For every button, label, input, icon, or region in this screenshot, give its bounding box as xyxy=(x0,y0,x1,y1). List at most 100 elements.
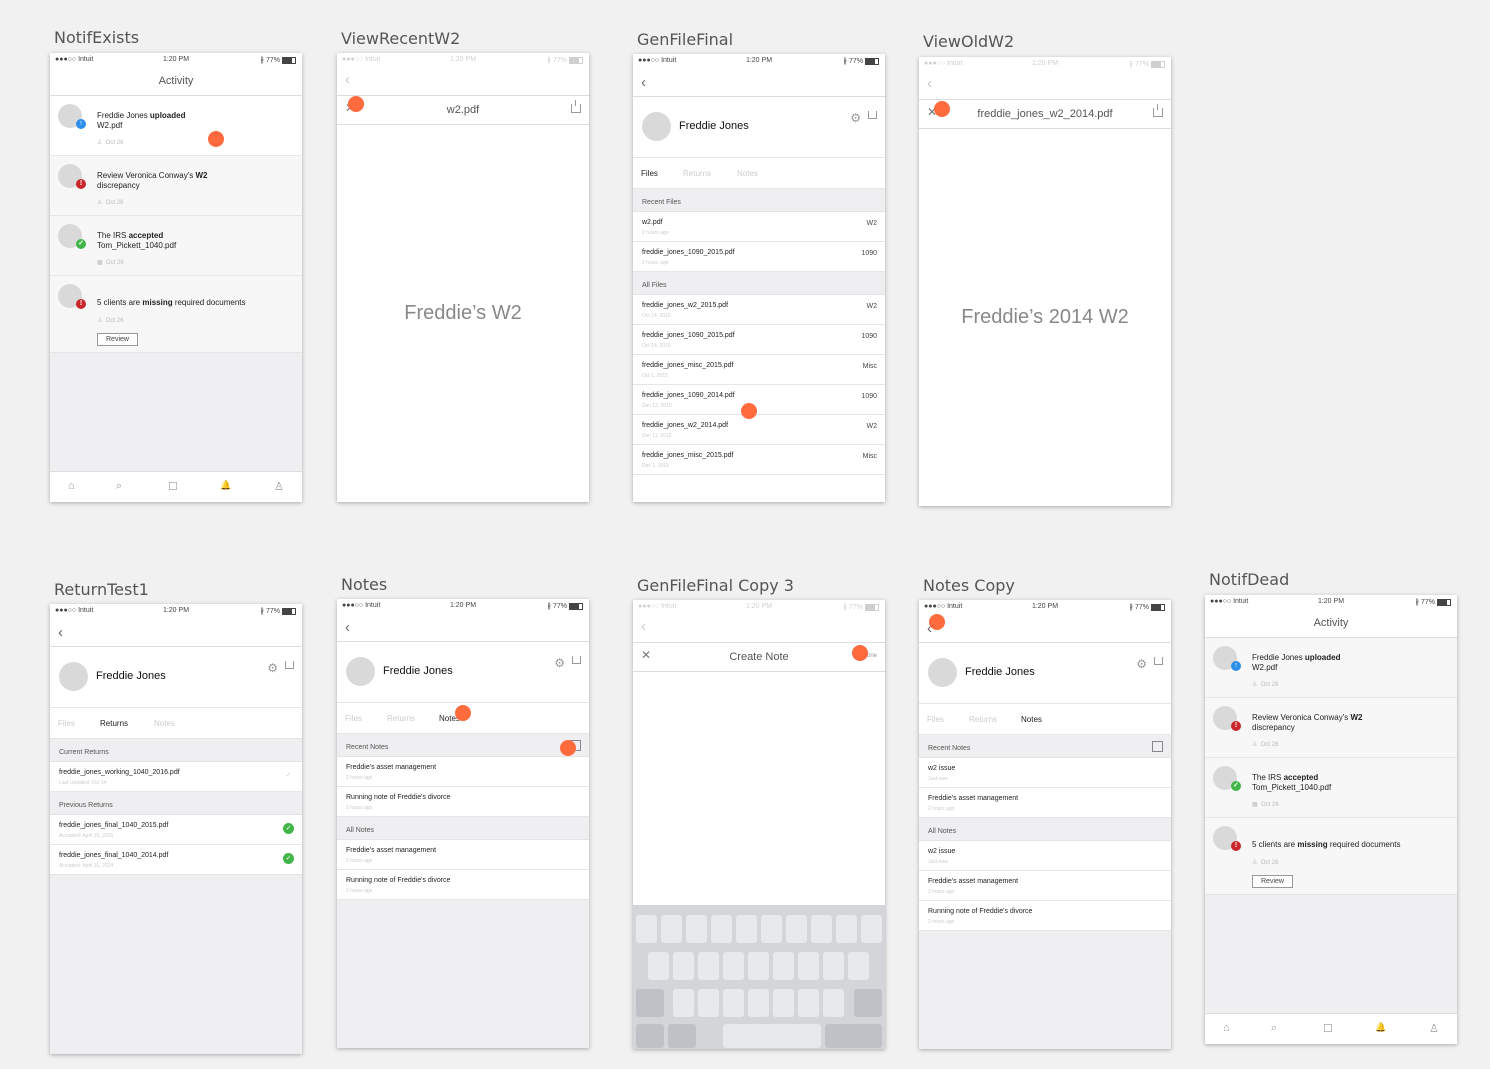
share-icon[interactable] xyxy=(285,661,294,669)
share-icon[interactable] xyxy=(571,100,581,113)
return-row[interactable]: freddie_jones_final_1040_2014.pdf Accepte… xyxy=(50,845,302,875)
keyboard[interactable] xyxy=(633,905,885,1049)
review-button[interactable]: Review xyxy=(1252,875,1293,888)
file-row[interactable]: freddie_jones_1090_2015.pdf Oct 14, 2015 1… xyxy=(633,325,885,355)
back-icon[interactable]: ‹ xyxy=(345,619,350,636)
notification-upload[interactable]: ↑ Freddie Jones uploaded W2.pdf ♙ Oct 26 xyxy=(50,96,302,156)
bell-icon[interactable]: 🔔 xyxy=(220,480,231,491)
gear-icon[interactable]: ⚙ xyxy=(1136,657,1147,671)
back-icon[interactable]: ‹ xyxy=(641,618,646,635)
gear-icon[interactable]: ⚙ xyxy=(850,111,861,125)
key[interactable] xyxy=(698,952,719,980)
notification-discrepancy[interactable]: ! Review Veronica Conway's W2 discrepancy… xyxy=(1205,698,1457,758)
key[interactable] xyxy=(748,989,769,1017)
tab-notes[interactable]: Notes xyxy=(1021,715,1042,724)
notification-upload[interactable]: ↑ Freddie Jones uploaded W2.pdf ♙ Oct 26 xyxy=(1205,638,1457,698)
file-row[interactable]: w2.pdf 2 hours ago W2 xyxy=(633,212,885,242)
note-row[interactable]: Running note of Freddie's divorce 2 hours… xyxy=(919,901,1171,931)
key[interactable] xyxy=(661,915,682,943)
gear-icon[interactable]: ⚙ xyxy=(267,661,278,675)
file-row[interactable]: freddie_jones_misc_2015.pdf Dec 1, 2015 Mi… xyxy=(633,445,885,475)
file-row[interactable]: freddie_jones_w2_2015.pdf Oct 14, 2015 W2 xyxy=(633,295,885,325)
back-icon[interactable]: ‹ xyxy=(927,75,932,92)
key[interactable] xyxy=(848,952,869,980)
back-icon[interactable]: ‹ xyxy=(641,74,646,91)
tab-returns[interactable]: Returns xyxy=(969,715,997,724)
note-row[interactable]: Running note of Freddie's divorce 2 hours… xyxy=(337,787,589,817)
return-row[interactable]: freddie_jones_working_1040_2016.pdf Last … xyxy=(50,762,302,792)
key[interactable] xyxy=(636,915,657,943)
gear-icon[interactable]: ⚙ xyxy=(554,656,565,670)
compose-icon[interactable] xyxy=(1152,741,1163,752)
key[interactable] xyxy=(811,915,832,943)
search-icon[interactable]: ⌕ xyxy=(1271,1022,1277,1035)
key[interactable] xyxy=(711,915,732,943)
key[interactable] xyxy=(798,989,819,1017)
key[interactable] xyxy=(673,952,694,980)
share-icon[interactable] xyxy=(572,656,581,664)
tab-files[interactable]: Files xyxy=(641,169,658,178)
share-icon[interactable] xyxy=(1154,657,1163,665)
key[interactable] xyxy=(823,952,844,980)
key[interactable] xyxy=(798,952,819,980)
tab-files[interactable]: Files xyxy=(927,715,944,724)
note-row[interactable]: Freddie's asset management 2 hours ago xyxy=(919,788,1171,818)
key[interactable] xyxy=(723,952,744,980)
share-icon[interactable] xyxy=(868,111,877,119)
review-button[interactable]: Review xyxy=(97,333,138,346)
tab-returns[interactable]: Returns xyxy=(683,169,711,178)
key[interactable] xyxy=(786,915,807,943)
notification-discrepancy[interactable]: ! Review Veronica Conway's W2 discrepancy… xyxy=(50,156,302,216)
tab-returns[interactable]: Returns xyxy=(100,719,128,728)
bell-icon[interactable]: 🔔 xyxy=(1375,1022,1386,1033)
return-row[interactable]: freddie_jones_final_1040_2015.pdf Accepte… xyxy=(50,815,302,845)
note-row[interactable]: Freddie's asset management 2 hours ago xyxy=(337,840,589,870)
notification-irs-accepted[interactable]: ✓ The IRS accepted Tom_Pickett_1040.pdf ▦… xyxy=(50,216,302,276)
back-icon[interactable]: ‹ xyxy=(345,71,350,88)
return-key[interactable] xyxy=(825,1024,882,1048)
notification-missing-docs[interactable]: ! 5 clients are missing required documen… xyxy=(50,276,302,353)
profile-icon[interactable]: ♙ xyxy=(1429,1022,1439,1035)
note-row[interactable]: w2 issue Just now xyxy=(919,758,1171,788)
note-row[interactable]: Freddie's asset management 2 hours ago xyxy=(919,871,1171,901)
documents-icon[interactable]: ☐ xyxy=(1323,1022,1333,1035)
search-icon[interactable]: ⌕ xyxy=(116,480,122,493)
key[interactable] xyxy=(773,989,794,1017)
profile-icon[interactable]: ♙ xyxy=(274,480,284,493)
note-row[interactable]: w2 issue Just now xyxy=(919,841,1171,871)
file-row[interactable]: freddie_jones_1090_2014.pdf Dec 12, 2015 1… xyxy=(633,385,885,415)
key[interactable] xyxy=(673,989,694,1017)
key[interactable] xyxy=(861,915,882,943)
key[interactable] xyxy=(648,952,669,980)
file-row[interactable]: freddie_jones_1090_2015.pdf 2 hours ago 10… xyxy=(633,242,885,272)
key[interactable] xyxy=(698,989,719,1017)
key[interactable] xyxy=(823,989,844,1017)
documents-icon[interactable]: ☐ xyxy=(168,480,178,493)
share-icon[interactable] xyxy=(1153,104,1163,117)
file-row[interactable]: freddie_jones_misc_2015.pdf Oct 1, 2015 Mi… xyxy=(633,355,885,385)
note-row[interactable]: Freddie's asset management 2 hours ago xyxy=(337,757,589,787)
key[interactable] xyxy=(736,915,757,943)
key[interactable] xyxy=(748,952,769,980)
notification-missing-docs[interactable]: ! 5 clients are missing required documen… xyxy=(1205,818,1457,895)
key[interactable] xyxy=(723,989,744,1017)
numbers-key[interactable] xyxy=(636,1024,664,1048)
tab-notes[interactable]: Notes xyxy=(737,169,758,178)
globe-key[interactable] xyxy=(668,1024,696,1048)
key[interactable] xyxy=(686,915,707,943)
space-key[interactable] xyxy=(723,1024,821,1048)
home-icon[interactable]: ⌂ xyxy=(1223,1022,1230,1034)
notification-irs-accepted[interactable]: ✓ The IRS accepted Tom_Pickett_1040.pdf ▦… xyxy=(1205,758,1457,818)
home-icon[interactable]: ⌂ xyxy=(68,480,75,492)
key[interactable] xyxy=(773,952,794,980)
note-row[interactable]: Running note of Freddie's divorce 2 hours… xyxy=(337,870,589,900)
tab-files[interactable]: Files xyxy=(345,714,362,723)
delete-key[interactable] xyxy=(854,989,882,1017)
tab-files[interactable]: Files xyxy=(58,719,75,728)
back-icon[interactable]: ‹ xyxy=(58,624,63,641)
tab-notes[interactable]: Notes xyxy=(154,719,175,728)
shift-key[interactable] xyxy=(636,989,664,1017)
key[interactable] xyxy=(761,915,782,943)
file-row[interactable]: freddie_jones_w2_2014.pdf Dec 11, 2015 W2 xyxy=(633,415,885,445)
key[interactable] xyxy=(836,915,857,943)
